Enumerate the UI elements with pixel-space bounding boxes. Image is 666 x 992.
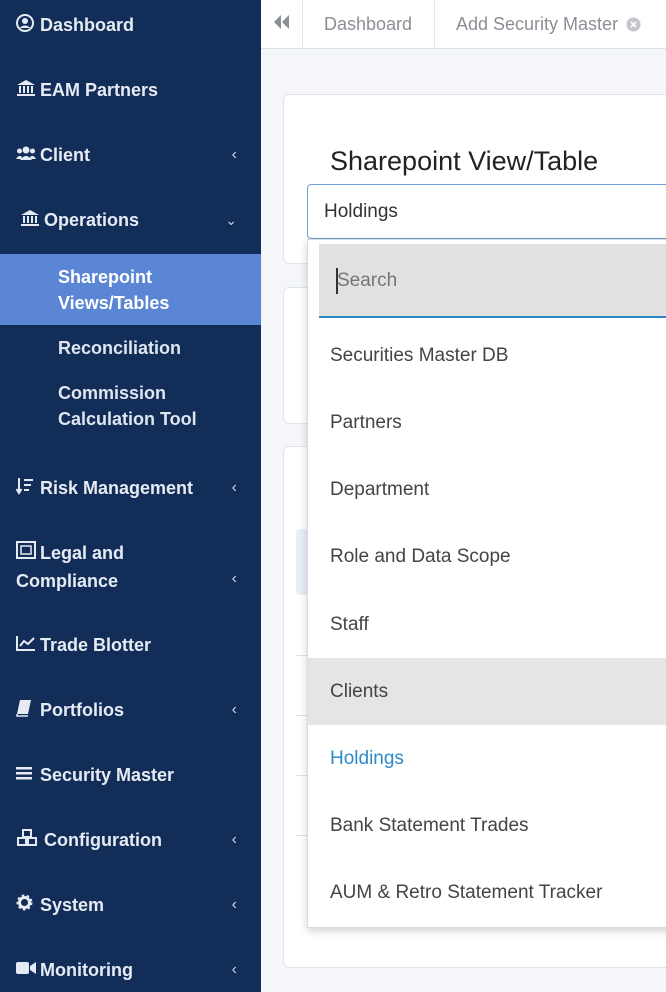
sidebar-item-label: EAM Partners (40, 79, 159, 100)
collapse-tabs-button[interactable] (261, 0, 303, 48)
users-icon (16, 145, 38, 166)
tab-add-security-master[interactable]: Add Security Master (435, 0, 666, 48)
sidebar-item-label: System (40, 894, 105, 915)
sidebar-subitem-sharepoint[interactable]: Sharepoint Views/Tables (0, 254, 261, 325)
chevron-left-icon: ‹ (231, 896, 237, 913)
option-role-data-scope[interactable]: Role and Data Scope (308, 523, 666, 590)
sidebar-item-label: Portfolios (40, 699, 124, 720)
sharepoint-view-select[interactable]: Holdings (307, 184, 666, 239)
select-dropdown: Securities Master DB Partners Department… (307, 239, 666, 928)
close-icon[interactable] (626, 17, 641, 32)
option-clients[interactable]: Clients (308, 658, 666, 725)
sidebar-item-portfolios[interactable]: Portfolios ‹ (0, 697, 261, 723)
chevron-left-icon: ‹ (231, 961, 237, 978)
bars-icon (16, 765, 38, 786)
dropdown-search (319, 244, 666, 318)
tab-dashboard[interactable]: Dashboard (303, 0, 435, 48)
video-icon (16, 961, 38, 980)
sidebar-item-operations[interactable]: Operations ⌄ (0, 207, 261, 233)
option-partners[interactable]: Partners (308, 389, 666, 456)
user-circle-icon (16, 13, 38, 37)
sort-icon (15, 477, 38, 500)
sidebar-item-legal-compliance[interactable]: Legal and Compliance ‹ (0, 540, 261, 592)
sidebar-item-client[interactable]: Client ‹ (0, 142, 261, 168)
option-holdings[interactable]: Holdings (308, 725, 666, 792)
sidebar-item-label: Client (40, 144, 91, 165)
sidebar-item-label: Risk Management (40, 477, 194, 498)
sidebar: Dashboard EAM Partners Client ‹ Operatio… (0, 0, 261, 992)
option-department[interactable]: Department (308, 456, 666, 523)
option-bank-statement-trades[interactable]: Bank Statement Trades (308, 792, 666, 859)
option-staff[interactable]: Staff (308, 591, 666, 658)
sidebar-item-label: Trade Blotter (40, 634, 152, 655)
sidebar-item-monitoring[interactable]: Monitoring ‹ (0, 957, 261, 983)
sidebar-item-system[interactable]: System ‹ (0, 892, 261, 918)
sidebar-item-label: Operations (44, 209, 140, 230)
sidebar-item-label: Dashboard (40, 14, 135, 35)
chevron-down-icon: ⌄ (225, 211, 237, 228)
sidebar-item-risk-management[interactable]: Risk Management ‹ (0, 475, 261, 501)
gear-icon (16, 894, 38, 916)
sidebar-item-label: Security Master (40, 764, 175, 785)
chevron-left-icon: ‹ (231, 570, 237, 587)
option-securities-master-db[interactable]: Securities Master DB (308, 322, 666, 389)
tab-bar: Dashboard Add Security Master (261, 0, 666, 49)
text-caret (336, 268, 338, 294)
sidebar-item-eam-partners[interactable]: EAM Partners (0, 77, 261, 103)
cubes-icon (16, 828, 42, 852)
book-icon (16, 699, 38, 722)
page-title: Sharepoint View/Table (330, 146, 599, 176)
sidebar-subitem-reconciliation[interactable]: Reconciliation (0, 335, 261, 361)
image-icon (16, 540, 38, 568)
sidebar-item-security-master[interactable]: Security Master (0, 762, 261, 788)
selected-value: Holdings (324, 200, 398, 222)
sidebar-subitem-commission-tool[interactable]: Commission Calculation Tool (0, 380, 261, 432)
chevron-left-icon: ‹ (231, 831, 237, 848)
search-input[interactable] (335, 264, 659, 298)
option-aum-retro-tracker[interactable]: AUM & Retro Statement Tracker (308, 859, 666, 926)
double-chevron-left-icon (273, 14, 291, 35)
sidebar-item-configuration[interactable]: Configuration ‹ (0, 827, 261, 853)
bank-icon (16, 79, 38, 102)
chevron-left-icon: ‹ (231, 146, 237, 163)
sidebar-item-dashboard[interactable]: Dashboard (0, 12, 261, 38)
bank-icon (20, 209, 42, 232)
chevron-left-icon: ‹ (231, 701, 237, 718)
sidebar-item-label: Configuration (44, 829, 162, 850)
sidebar-item-trade-blotter[interactable]: Trade Blotter (0, 632, 261, 658)
chevron-left-icon: ‹ (231, 479, 237, 496)
chart-line-icon (16, 635, 38, 656)
sidebar-item-label: Monitoring (40, 959, 133, 980)
